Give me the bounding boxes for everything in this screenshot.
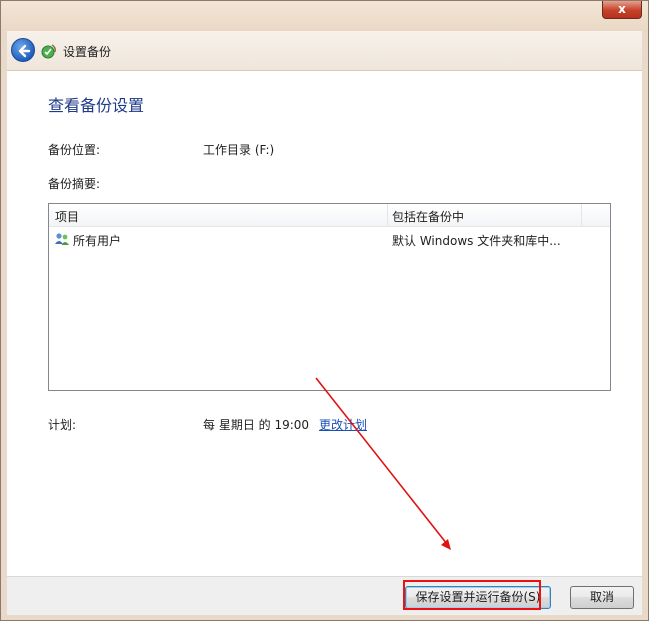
- annotation-highlight-box: [403, 580, 541, 610]
- close-icon: x: [618, 2, 626, 16]
- close-button[interactable]: x: [602, 1, 642, 19]
- back-arrow-icon: [18, 44, 31, 58]
- column-separator[interactable]: [387, 204, 388, 227]
- list-item-name: 所有用户: [73, 234, 122, 248]
- cancel-button[interactable]: 取消: [570, 586, 634, 609]
- title-bar[interactable]: x: [1, 1, 648, 31]
- users-icon: [55, 233, 69, 245]
- list-item[interactable]: 所有用户 默认 Windows 文件夹和库中...: [49, 228, 610, 250]
- list-item-included: 默认 Windows 文件夹和库中...: [392, 234, 561, 248]
- main-content: 查看备份设置 备份位置: 工作目录 (F:) 备份摘要: 项目 包括在备份中 所…: [7, 71, 642, 576]
- schedule-label: 计划:: [48, 418, 77, 432]
- backup-icon: [41, 44, 56, 59]
- change-schedule-link[interactable]: 更改计划: [319, 416, 367, 433]
- column-header-included[interactable]: 包括在备份中: [392, 208, 464, 225]
- navigation-bar: 设置备份: [7, 31, 642, 71]
- backup-location-label: 备份位置:: [48, 143, 101, 157]
- section-heading: 查看备份设置: [48, 96, 145, 115]
- schedule-value: 每 星期日 的 19:00: [203, 418, 310, 432]
- backup-window: x 设置备份 查看备份设置 备份位置: 工作目录 (F:) 备份摘要: 项目 包…: [0, 0, 649, 621]
- column-separator[interactable]: [581, 204, 582, 227]
- page-title: 设置备份: [63, 45, 112, 59]
- backup-summary-list[interactable]: 项目 包括在备份中 所有用户 默认 Windows 文件夹和库中...: [48, 203, 611, 391]
- button-bar: 保存设置并运行备份(S) 取消: [7, 576, 642, 615]
- backup-location-value: 工作目录 (F:): [203, 143, 275, 157]
- backup-summary-label: 备份摘要:: [48, 177, 101, 191]
- list-header: 项目 包括在备份中: [49, 204, 610, 227]
- column-header-item[interactable]: 项目: [55, 208, 79, 225]
- back-button[interactable]: [11, 38, 35, 62]
